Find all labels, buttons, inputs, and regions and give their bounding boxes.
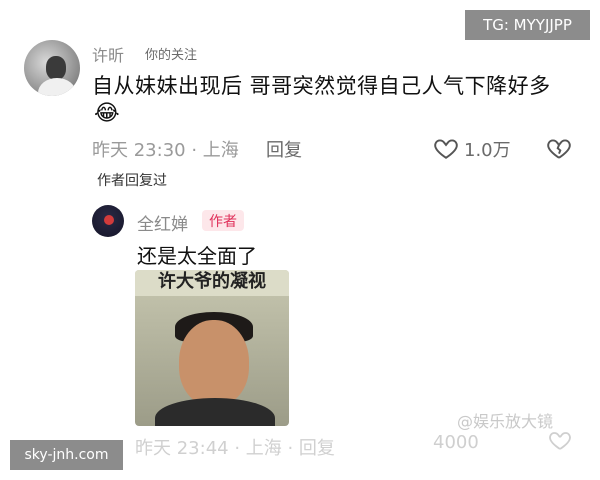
laughing-emoji-icon: 😂 xyxy=(94,101,120,126)
broken-heart-icon[interactable] xyxy=(546,135,572,161)
commenter-avatar[interactable] xyxy=(24,40,80,96)
reply-text: 还是太全面了 xyxy=(137,244,257,268)
reply-button[interactable]: 回复 xyxy=(266,136,302,162)
reaction-sticker-image[interactable]: 许大爷的凝视 xyxy=(135,270,289,426)
sticker-caption: 许大爷的凝视 xyxy=(135,270,289,296)
watermark-site: sky-jnh.com xyxy=(10,440,123,470)
commenter-username[interactable]: 许昕 xyxy=(92,42,124,66)
broken-heart-icon-reply[interactable] xyxy=(548,430,572,450)
author-badge: 作者 xyxy=(202,210,244,231)
reply-username[interactable]: 全红婵 xyxy=(137,210,188,235)
reply-avatar[interactable] xyxy=(92,205,124,237)
author-replied-label[interactable]: 作者回复过 xyxy=(97,170,167,190)
follow-tag: 你的关注 xyxy=(145,48,198,63)
like-count: 1.0万 xyxy=(464,140,511,161)
comment-meta: 昨天 23:30 · 上海 xyxy=(92,140,239,161)
reply-like-count: 4000 xyxy=(433,432,479,453)
watermark-tg: TG: MYYJJPP xyxy=(465,10,590,40)
comment-text: 自从妹妹出现后 哥哥突然觉得自己人气下降好多 xyxy=(92,74,551,98)
reply-meta-cut: 昨天 23:44 · 上海 · 回复 xyxy=(135,438,335,459)
heart-outline-icon[interactable] xyxy=(433,135,459,161)
overlay-watermark: @娱乐放大镜 xyxy=(457,412,554,431)
